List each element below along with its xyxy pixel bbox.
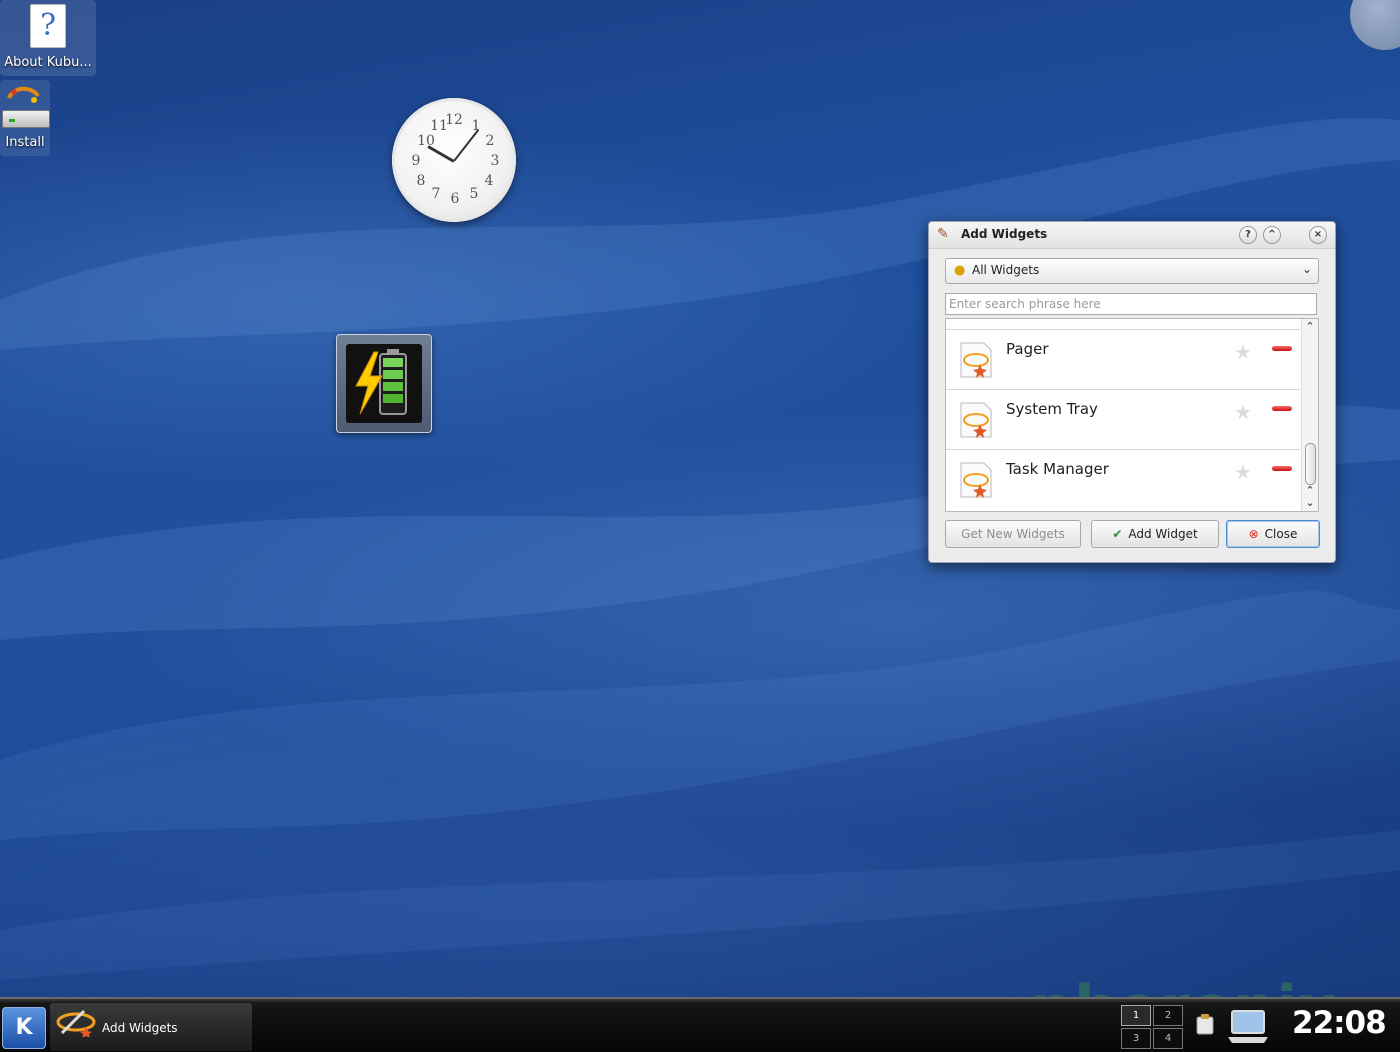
laptop-network-icon[interactable] (1226, 1007, 1270, 1045)
digital-clock[interactable]: 22:08 (1292, 1005, 1387, 1041)
pager-desktop-4[interactable]: 4 (1153, 1028, 1183, 1049)
dialog-title: Add Widgets (961, 227, 1048, 241)
battery-icon-frame (346, 344, 422, 423)
analog-clock-widget[interactable]: 12 1 2 3 4 5 6 7 8 9 10 11 (392, 98, 516, 222)
pager-desktop-3[interactable]: 3 (1121, 1028, 1151, 1049)
add-widget-button[interactable]: ✔ Add Widget (1091, 520, 1219, 548)
widget-list: Pager ★ System Tray ★ Task Manager ★ ⌃ ⌃… (945, 318, 1319, 512)
clock-number: 2 (485, 133, 495, 149)
widget-name: Task Manager (1006, 460, 1109, 478)
widget-document-icon (960, 462, 992, 498)
clock-number: 3 (490, 153, 500, 169)
checkmark-icon: ✔ (1112, 527, 1123, 541)
remove-widget-button[interactable] (1272, 466, 1292, 471)
clock-minute-hand (453, 128, 480, 162)
battery-charging-icon (355, 349, 407, 415)
desktop-toolbox-cashew[interactable] (1350, 0, 1400, 50)
clock-number: 7 (431, 186, 441, 202)
remove-widget-button[interactable] (1272, 406, 1292, 411)
button-label: Close (1264, 527, 1298, 541)
hard-drive-icon (2, 110, 50, 128)
clock-number: 6 (450, 191, 460, 207)
category-value: All Widgets (972, 263, 1040, 277)
scroll-down-icon[interactable]: ⌄ (1302, 497, 1318, 509)
clock-number: 8 (416, 173, 426, 189)
task-label: Add Widgets (102, 1021, 178, 1035)
clock-hour-hand (427, 145, 455, 163)
button-label: Get New Widgets (961, 527, 1065, 541)
list-item-pager[interactable]: Pager ★ (946, 330, 1300, 389)
clipboard-icon[interactable] (1194, 1013, 1216, 1035)
kmenu-button[interactable]: K (2, 1007, 46, 1049)
pager-desktop-2[interactable]: 2 (1153, 1005, 1183, 1026)
battery-widget[interactable] (336, 334, 432, 433)
favorite-star-icon[interactable]: ★ (1234, 460, 1252, 484)
widget-name: System Tray (1006, 400, 1098, 418)
desktop-icon-label: Install (5, 135, 45, 150)
widget-wand-icon: ✎ (937, 226, 949, 242)
shade-button[interactable]: ^ (1263, 226, 1281, 244)
desktop-icon-label: About Kubu... (4, 55, 92, 70)
taskbar: K Add Widgets 1 2 3 4 22:08 (0, 997, 1400, 1052)
close-circle-icon: ⊗ (1248, 527, 1259, 541)
widget-document-icon (960, 402, 992, 438)
desktop-icon-install[interactable]: Install (0, 80, 50, 156)
clock-number: 4 (484, 173, 494, 189)
scrollbar-thumb[interactable] (1305, 443, 1316, 485)
list-item-system-tray[interactable]: System Tray ★ (946, 390, 1300, 449)
favorite-star-icon[interactable]: ★ (1234, 400, 1252, 424)
clock-number: 5 (469, 186, 479, 202)
desktop-icon-about-kubuntu[interactable]: ? About Kubu... (0, 0, 96, 76)
widget-name: Pager (1006, 340, 1049, 358)
scroll-up-icon[interactable]: ⌃ (1302, 321, 1318, 333)
titlebar-close-button[interactable]: × (1309, 226, 1327, 244)
clock-number: 11 (430, 118, 448, 134)
search-input[interactable] (945, 293, 1317, 315)
remove-widget-button[interactable] (1272, 346, 1292, 351)
add-widgets-dialog: ✎ Add Widgets ? ^ × ● All Widgets ⌄ Page… (928, 221, 1336, 563)
widget-list-scrollbar[interactable]: ⌃ ⌃ ⌄ (1301, 319, 1318, 511)
favorite-star-icon[interactable]: ★ (1234, 340, 1252, 364)
close-button[interactable]: ⊗ Close (1226, 520, 1320, 548)
widget-document-icon (960, 342, 992, 378)
pager-desktop-1[interactable]: 1 (1121, 1005, 1151, 1026)
help-document-icon: ? (30, 4, 66, 48)
desktop-pager: 1 2 3 4 (1121, 1003, 1185, 1049)
category-select[interactable]: ● All Widgets ⌄ (945, 258, 1319, 284)
help-button[interactable]: ? (1239, 226, 1257, 244)
chevron-down-icon: ⌄ (1301, 262, 1312, 276)
category-icon: ● (954, 263, 966, 278)
task-add-widgets[interactable]: Add Widgets (50, 1003, 252, 1051)
clock-number: 9 (411, 153, 421, 169)
widget-wand-icon (56, 1009, 96, 1037)
get-new-widgets-button[interactable]: Get New Widgets (945, 520, 1081, 548)
install-swirl-icon (7, 86, 40, 103)
dialog-titlebar[interactable]: ✎ Add Widgets ? ^ × (929, 222, 1335, 249)
list-item-task-manager[interactable]: Task Manager ★ (946, 450, 1300, 509)
button-label: Add Widget (1128, 527, 1198, 541)
